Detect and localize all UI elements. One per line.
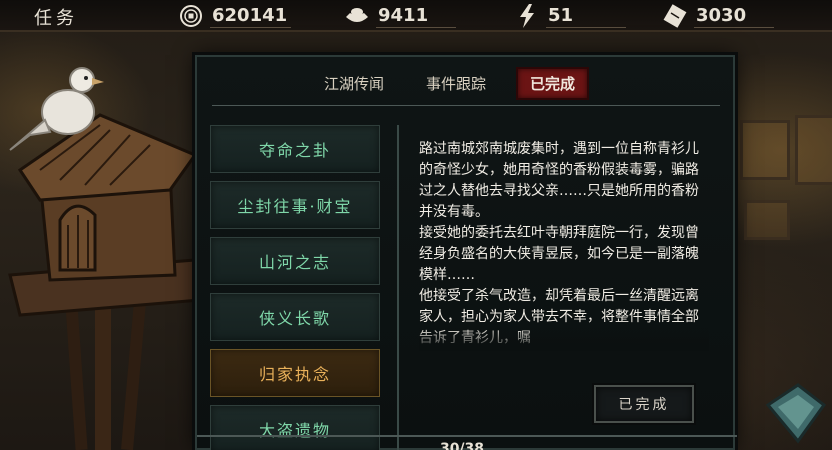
divider (197, 435, 737, 437)
divider (212, 105, 720, 106)
tab-completed[interactable]: 已完成 (516, 66, 590, 100)
quest-description: 路过南城郊南城废集时，遇到一位自称青衫儿的奇怪少女，她用奇怪的香粉假装毒雾，骗路… (419, 139, 709, 349)
energy-count: 51 (546, 5, 626, 28)
description-paragraph: 接受她的委托去红叶寺朝拜庭院一行，发现曾经身负盛名的大侠青昱辰，如今已是一副落魄… (419, 225, 699, 283)
resource-energy: 51 (514, 2, 626, 30)
background-window (740, 120, 790, 180)
ticket-count: 3030 (694, 5, 774, 28)
completed-button[interactable]: 已完成 (594, 385, 694, 423)
quest-list: 夺命之卦 尘封往事·财宝 山河之志 侠义长歌 归家执念 大盗遗物 (210, 125, 380, 450)
energy-bolt-icon (514, 3, 540, 29)
page-title: 任务 (34, 8, 78, 29)
background-window (795, 115, 832, 185)
resource-coins: 620141 (178, 2, 292, 30)
quest-item[interactable]: 山河之志 (210, 237, 380, 285)
resource-tickets: 3030 (662, 2, 774, 30)
quest-item[interactable]: 大盗遗物 (210, 405, 380, 450)
coin-icon (178, 3, 204, 29)
quest-panel: 江湖传闻 事件跟踪 已完成 夺命之卦 尘封往事·财宝 山河之志 侠义长歌 归家执… (195, 55, 737, 450)
ticket-icon (662, 3, 688, 29)
description-fade (419, 327, 709, 351)
silver-ingot-icon (344, 3, 370, 29)
dovecote-illustration (8, 67, 200, 450)
description-paragraph: 路过南城郊南城废集时，遇到一位自称青衫儿的奇怪少女，她用奇怪的香粉假装毒雾，骗路… (419, 141, 699, 220)
quest-item[interactable]: 夺命之卦 (210, 125, 380, 173)
page-counter: 30/38 (439, 441, 485, 450)
resource-bar: 任务 620141 9411 51 3030 (0, 0, 832, 32)
tab-rumors[interactable]: 江湖传闻 (312, 69, 396, 98)
quest-item-selected[interactable]: 归家执念 (210, 349, 380, 397)
coin-count: 620141 (210, 5, 292, 28)
lantern-icon (765, 383, 826, 444)
quest-item[interactable]: 侠义长歌 (210, 293, 380, 341)
quest-item[interactable]: 尘封往事·财宝 (210, 181, 380, 229)
resource-silver: 9411 (344, 2, 456, 30)
tab-bar: 江湖传闻 事件跟踪 已完成 (312, 66, 607, 100)
list-scrollbar[interactable] (397, 125, 399, 450)
background-window (744, 200, 790, 240)
silver-count: 9411 (376, 5, 456, 28)
tab-tracking[interactable]: 事件跟踪 (414, 69, 498, 98)
